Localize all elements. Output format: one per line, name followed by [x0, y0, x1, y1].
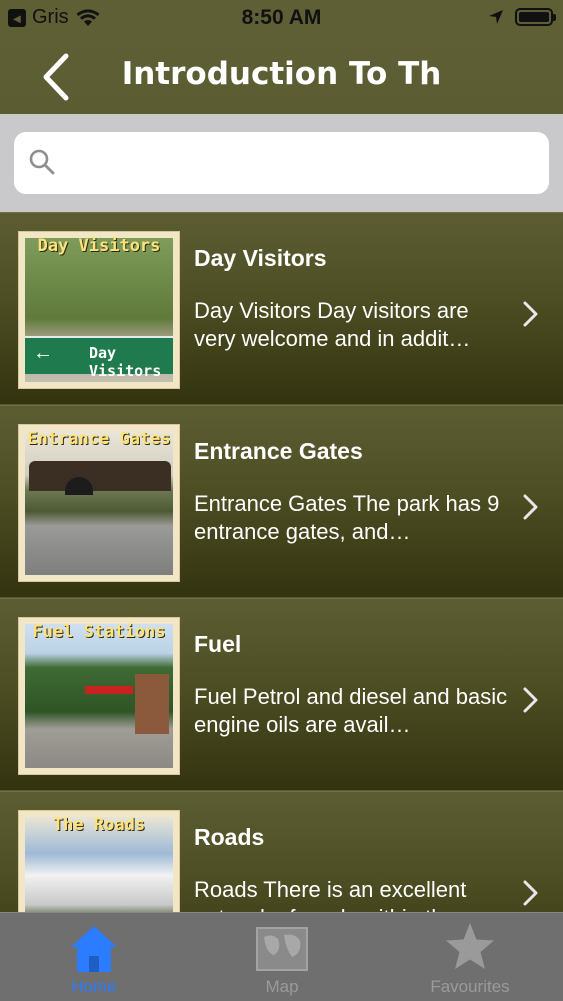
- search-icon: [29, 149, 55, 175]
- thumbnail: Entrance Gates: [18, 424, 180, 582]
- thumbnail-caption: The Roads: [52, 815, 146, 835]
- search-input[interactable]: [66, 144, 540, 184]
- chevron-right-icon: [523, 880, 538, 906]
- thumbnail: Fuel Stations: [18, 617, 180, 775]
- tab-bar: Home Map Favourites: [0, 912, 563, 1001]
- fuel-stations-image: [25, 624, 173, 768]
- battery-icon: [515, 8, 556, 26]
- tab-label-favourites: Favourites: [430, 977, 510, 996]
- list-item[interactable]: Entrance Gates Entrance Gates Entrance G…: [0, 405, 563, 597]
- topic-list: ← Day Visitors Day Visitors Day Visitors…: [0, 212, 563, 912]
- page-title: Introduction To Th: [121, 56, 442, 92]
- tab-favourites[interactable]: Favourites: [376, 913, 563, 1001]
- item-description: Fuel Petrol and diesel and basic engine …: [194, 684, 508, 737]
- star-icon: [446, 923, 494, 969]
- tab-map[interactable]: Map: [188, 913, 376, 1001]
- item-title: Fuel: [194, 631, 242, 657]
- tab-home[interactable]: Home: [0, 913, 188, 1001]
- item-title: Day Visitors: [194, 245, 327, 271]
- arrow-left-icon: ←: [33, 342, 53, 364]
- chevron-right-icon: [523, 687, 538, 713]
- thumbnail: ← Day Visitors Day Visitors: [18, 231, 180, 389]
- thumbnail-caption: Fuel Stations: [32, 622, 166, 642]
- tab-label-map: Map: [265, 977, 299, 996]
- chevron-right-icon: [523, 494, 538, 520]
- item-description: Day Visitors Day visitors are very welco…: [194, 298, 471, 351]
- item-title: Roads: [194, 824, 265, 850]
- map-icon: [256, 927, 308, 971]
- tab-label-home: Home: [71, 977, 117, 996]
- entrance-gates-image: [25, 431, 173, 575]
- list-item[interactable]: ← Day Visitors Day Visitors Day Visitors…: [0, 212, 563, 404]
- thumbnail-caption: Day Visitors: [37, 236, 161, 256]
- day-visitors-image: ← Day Visitors: [25, 238, 173, 382]
- thumbnail-caption: Entrance Gates: [27, 429, 171, 449]
- thumbnail: The Roads: [18, 810, 180, 912]
- location-arrow-icon: [489, 10, 503, 24]
- search-bar: [0, 114, 563, 212]
- item-description: Entrance Gates The park has 9 entrance g…: [194, 491, 500, 544]
- status-right: [487, 8, 556, 26]
- list-item[interactable]: Fuel Stations Fuel Fuel Petrol and diese…: [0, 598, 563, 790]
- home-icon: [71, 926, 117, 972]
- navigation-bar: Introduction To Th: [0, 38, 563, 114]
- search-box[interactable]: [14, 132, 549, 194]
- sign-text: Day Visitors: [89, 344, 162, 380]
- status-bar: ◂ Gris 8:50 AM: [0, 0, 563, 38]
- chevron-right-icon: [523, 301, 538, 327]
- item-description: Roads There is an excellent network of r…: [194, 877, 467, 912]
- clock: 8:50 AM: [241, 6, 322, 29]
- item-title: Entrance Gates: [194, 438, 363, 464]
- list-item[interactable]: The Roads Roads Roads There is an excell…: [0, 791, 563, 912]
